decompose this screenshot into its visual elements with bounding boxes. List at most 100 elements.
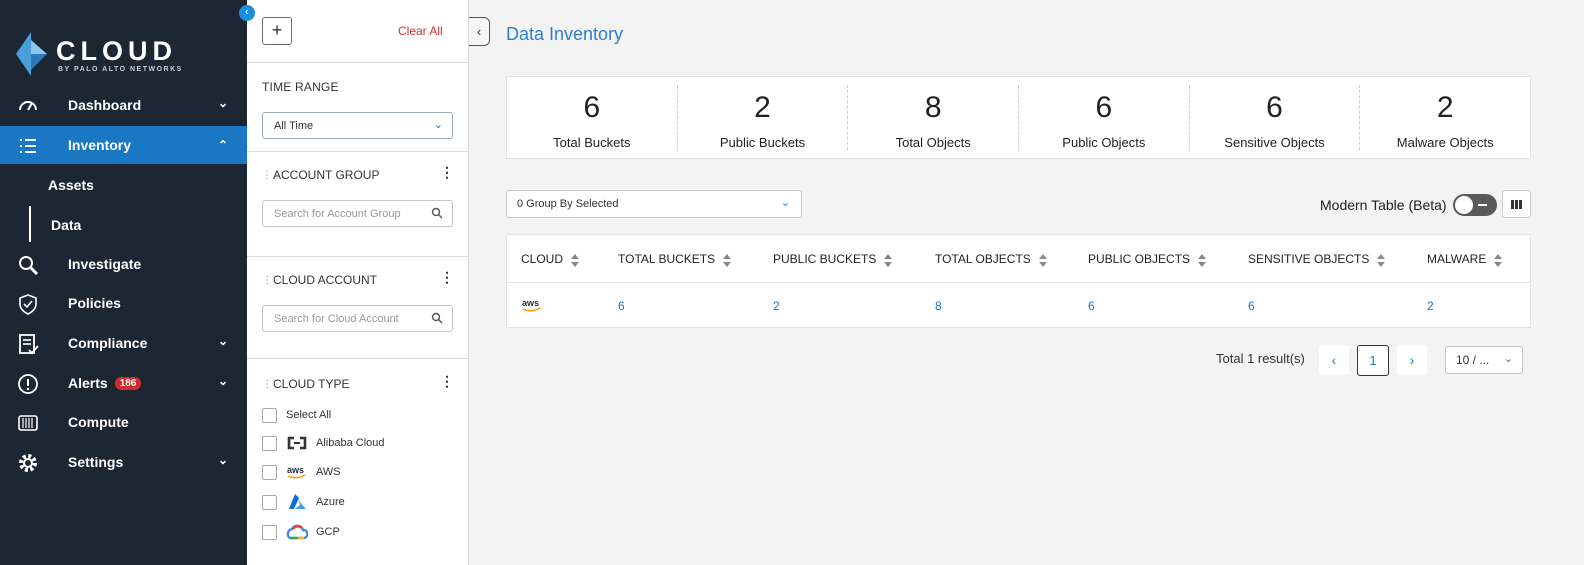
aws-icon: aws bbox=[522, 298, 541, 312]
columns-icon bbox=[1511, 200, 1522, 209]
chevron-down-icon[interactable]: ⌄ bbox=[218, 96, 228, 110]
account-group-search-input[interactable]: Search for Account Group bbox=[262, 200, 453, 227]
stat-value: 6 bbox=[1095, 91, 1113, 124]
more-options-icon[interactable]: ⋮ bbox=[440, 269, 454, 286]
sort-icon[interactable] bbox=[723, 254, 732, 268]
page-size-select[interactable]: 10 / ... ⌄ bbox=[1445, 346, 1523, 374]
sort-icon[interactable] bbox=[1198, 254, 1207, 268]
cell-public-buckets[interactable]: 2 bbox=[773, 299, 780, 313]
nav-compliance[interactable]: Compliance ⌄ bbox=[0, 324, 247, 362]
cell-total-buckets[interactable]: 6 bbox=[618, 299, 625, 313]
sidebar: CLOUD BY PALO ALTO NETWORKS Dashboard ⌄ … bbox=[0, 0, 247, 565]
column-label: MALWARE bbox=[1427, 252, 1487, 266]
sort-icon[interactable] bbox=[1038, 254, 1047, 268]
nav-investigate[interactable]: Investigate bbox=[0, 245, 247, 283]
stat-label: Total Objects bbox=[895, 135, 971, 150]
sort-icon[interactable] bbox=[571, 254, 580, 268]
alerts-count-badge: 186 bbox=[114, 377, 142, 390]
checkbox[interactable] bbox=[262, 408, 277, 423]
column-label: CLOUD bbox=[521, 252, 564, 266]
cell-malware[interactable]: 2 bbox=[1427, 299, 1434, 313]
checkbox-label: Alibaba Cloud bbox=[316, 437, 385, 449]
column-header-cloud[interactable]: CLOUD bbox=[521, 252, 580, 268]
alerts-label: Alerts bbox=[68, 375, 108, 391]
time-range-value: All Time bbox=[274, 120, 314, 132]
nav-label: Settings bbox=[68, 454, 124, 470]
checkbox[interactable] bbox=[262, 525, 277, 540]
nav-compute[interactable]: Compute bbox=[0, 403, 247, 441]
group-by-select[interactable]: 0 Group By Selected ⌄ bbox=[506, 190, 802, 218]
search-icon bbox=[431, 312, 443, 324]
compute-icon bbox=[18, 415, 38, 431]
sub-nav-data[interactable]: Data bbox=[51, 217, 81, 233]
cloud-type-title: CLOUD TYPE bbox=[273, 377, 350, 391]
chevron-down-icon[interactable]: ⌄ bbox=[218, 374, 228, 388]
stat-value: 6 bbox=[583, 91, 601, 124]
more-options-icon[interactable]: ⋮ bbox=[440, 373, 454, 390]
cell-sensitive-objects[interactable]: 6 bbox=[1248, 299, 1255, 313]
stat-sensitive-objects: 6 Sensitive Objects bbox=[1190, 85, 1361, 150]
nav-dashboard[interactable]: Dashboard ⌄ bbox=[0, 86, 247, 124]
chevron-down-icon: ⌄ bbox=[433, 119, 443, 131]
sort-icon[interactable] bbox=[884, 254, 893, 268]
clear-all-link[interactable]: Clear All bbox=[398, 24, 443, 38]
nav-label: Compute bbox=[68, 414, 129, 430]
add-filter-button[interactable]: + bbox=[262, 17, 292, 45]
stat-value: 2 bbox=[1436, 91, 1454, 124]
nav-label: Investigate bbox=[68, 256, 142, 272]
column-header-sensitive-objects[interactable]: SENSITIVE OBJECTS bbox=[1248, 252, 1386, 268]
checkbox-label: AWS bbox=[316, 466, 341, 478]
policies-icon bbox=[19, 294, 37, 315]
svg-text:aws: aws bbox=[522, 298, 539, 308]
checkbox[interactable] bbox=[262, 465, 277, 480]
nav-policies[interactable]: Policies bbox=[0, 284, 247, 322]
column-settings-button[interactable] bbox=[1502, 190, 1531, 218]
column-header-total-buckets[interactable]: TOTAL BUCKETS bbox=[618, 252, 732, 268]
nav-label: Policies bbox=[68, 295, 121, 311]
logo-wordmark: CLOUD bbox=[56, 36, 177, 66]
stat-total-buckets: 6 Total Buckets bbox=[507, 85, 678, 150]
nav-label: Compliance bbox=[68, 335, 148, 351]
more-options-icon[interactable]: ⋮ bbox=[440, 164, 454, 181]
column-header-malware[interactable]: MALWARE bbox=[1427, 252, 1503, 268]
nav-label: Alerts 186 bbox=[68, 375, 142, 391]
cloud-account-search-input[interactable]: Search for Cloud Account bbox=[262, 305, 453, 332]
nav-inventory[interactable]: Inventory ⌃ bbox=[0, 126, 247, 164]
previous-page-button[interactable]: ‹ bbox=[1319, 345, 1349, 375]
summary-stats: 6 Total Buckets 2 Public Buckets 8 Total… bbox=[506, 76, 1531, 159]
sort-icon[interactable] bbox=[1494, 254, 1503, 268]
column-header-public-buckets[interactable]: PUBLIC BUCKETS bbox=[773, 252, 893, 268]
collapse-sidebar-button[interactable]: ‹ bbox=[239, 5, 255, 21]
stat-value: 6 bbox=[1266, 91, 1283, 124]
cell-total-objects[interactable]: 8 bbox=[935, 299, 942, 313]
logo[interactable]: CLOUD BY PALO ALTO NETWORKS bbox=[14, 32, 214, 76]
modern-table-label: Modern Table (Beta) bbox=[1320, 197, 1447, 213]
checkbox[interactable] bbox=[262, 495, 277, 510]
chevron-down-icon[interactable]: ⌄ bbox=[218, 334, 228, 348]
sort-icon[interactable] bbox=[1377, 254, 1386, 268]
nav-settings[interactable]: Settings ⌄ bbox=[0, 443, 247, 481]
stat-label: Sensitive Objects bbox=[1224, 135, 1325, 150]
nav-alerts[interactable]: Alerts 186 ⌄ bbox=[0, 364, 247, 402]
column-header-public-objects[interactable]: PUBLIC OBJECTS bbox=[1088, 252, 1207, 268]
cell-public-objects[interactable]: 6 bbox=[1088, 299, 1095, 313]
gcp-icon bbox=[286, 524, 308, 540]
checkbox[interactable] bbox=[262, 436, 277, 451]
chevron-down-icon[interactable]: ⌄ bbox=[218, 453, 228, 467]
time-range-select[interactable]: All Time ⌄ bbox=[262, 112, 453, 139]
stat-label: Public Objects bbox=[1062, 135, 1146, 150]
collapse-filter-panel-button[interactable]: ‹ bbox=[469, 17, 490, 46]
divider bbox=[247, 256, 468, 257]
cloud-account-title: CLOUD ACCOUNT bbox=[273, 273, 378, 287]
time-range-title: TIME RANGE bbox=[262, 80, 339, 94]
modern-table-toggle[interactable] bbox=[1453, 194, 1497, 216]
sub-nav-assets[interactable]: Assets bbox=[48, 177, 94, 193]
stat-malware-objects: 2 Malware Objects bbox=[1360, 85, 1530, 150]
stat-public-objects: 6 Public Objects bbox=[1019, 85, 1190, 150]
divider bbox=[247, 358, 468, 359]
column-header-total-objects[interactable]: TOTAL OBJECTS bbox=[935, 252, 1047, 268]
chevron-up-icon[interactable]: ⌃ bbox=[218, 138, 228, 152]
page-number-button[interactable]: 1 bbox=[1357, 345, 1389, 376]
next-page-button[interactable]: › bbox=[1397, 345, 1427, 375]
checkbox-label: GCP bbox=[316, 526, 340, 538]
